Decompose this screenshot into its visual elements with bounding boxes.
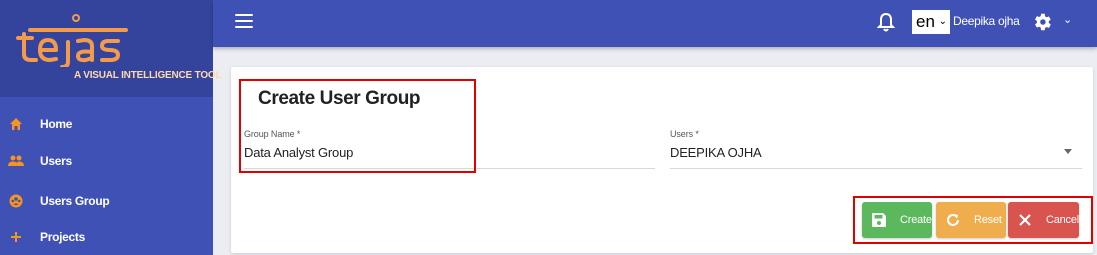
create-button[interactable]: Create (862, 202, 932, 238)
sidebar-item-label: Users Group (40, 194, 110, 208)
sidebar-item-label: Home (40, 117, 73, 131)
sidebar-item-label: Projects (40, 230, 85, 244)
cancel-label: Cancel (1045, 214, 1079, 226)
bell-icon[interactable] (877, 12, 895, 32)
reset-label: Reset (974, 214, 1002, 226)
page-title: Create User Group (258, 88, 421, 109)
reset-button[interactable]: Reset (936, 202, 1006, 238)
group-name-label: Group Name * (244, 129, 301, 139)
user-name[interactable]: Deepika ojha (953, 14, 1020, 28)
top-bar: en ⌄ Deepika ojha ⌄ (213, 0, 1097, 47)
gear-icon[interactable] (1031, 11, 1053, 33)
logo-area: A VISUAL INTELLIGENCE TOOL (0, 0, 222, 97)
save-icon (870, 211, 888, 229)
sidebar-item-home[interactable]: Home (0, 106, 213, 142)
field-underline (244, 168, 655, 169)
users-label: Users * (670, 129, 699, 139)
create-user-group-card: Create User Group Group Name * Data Anal… (231, 67, 1093, 253)
users-select[interactable]: Users * DEEPIKA OJHA (670, 129, 1082, 169)
users-group-icon (8, 193, 24, 209)
plus-icon (8, 229, 24, 245)
group-name-input[interactable]: Data Analyst Group (244, 145, 655, 160)
sidebar-item-label: Users (40, 154, 72, 168)
users-value[interactable]: DEEPIKA OJHA (670, 145, 1082, 160)
refresh-icon (944, 211, 962, 229)
dropdown-arrow-icon[interactable] (1064, 149, 1072, 154)
cancel-button[interactable]: Cancel (1008, 202, 1079, 238)
close-icon (1016, 211, 1034, 229)
sidebar-item-users[interactable]: Users (0, 143, 213, 179)
create-label: Create (900, 214, 932, 226)
chevron-down-icon: ⌄ (938, 16, 947, 27)
home-icon (8, 116, 24, 132)
language-select[interactable]: en ⌄ (912, 10, 950, 34)
users-icon (8, 153, 24, 169)
tejas-logo (16, 14, 128, 67)
chevron-down-icon[interactable]: ⌄ (1063, 13, 1072, 26)
language-value: en (916, 12, 935, 31)
sidebar-item-users-group[interactable]: Users Group (0, 183, 213, 219)
field-underline (670, 168, 1082, 169)
logo-tagline: A VISUAL INTELLIGENCE TOOL (74, 70, 222, 81)
menu-icon[interactable] (235, 14, 253, 30)
sidebar-item-projects[interactable]: Projects (0, 219, 213, 255)
sidebar: A VISUAL INTELLIGENCE TOOL Home Users Us… (0, 0, 222, 255)
group-name-field[interactable]: Group Name * Data Analyst Group (244, 129, 655, 169)
